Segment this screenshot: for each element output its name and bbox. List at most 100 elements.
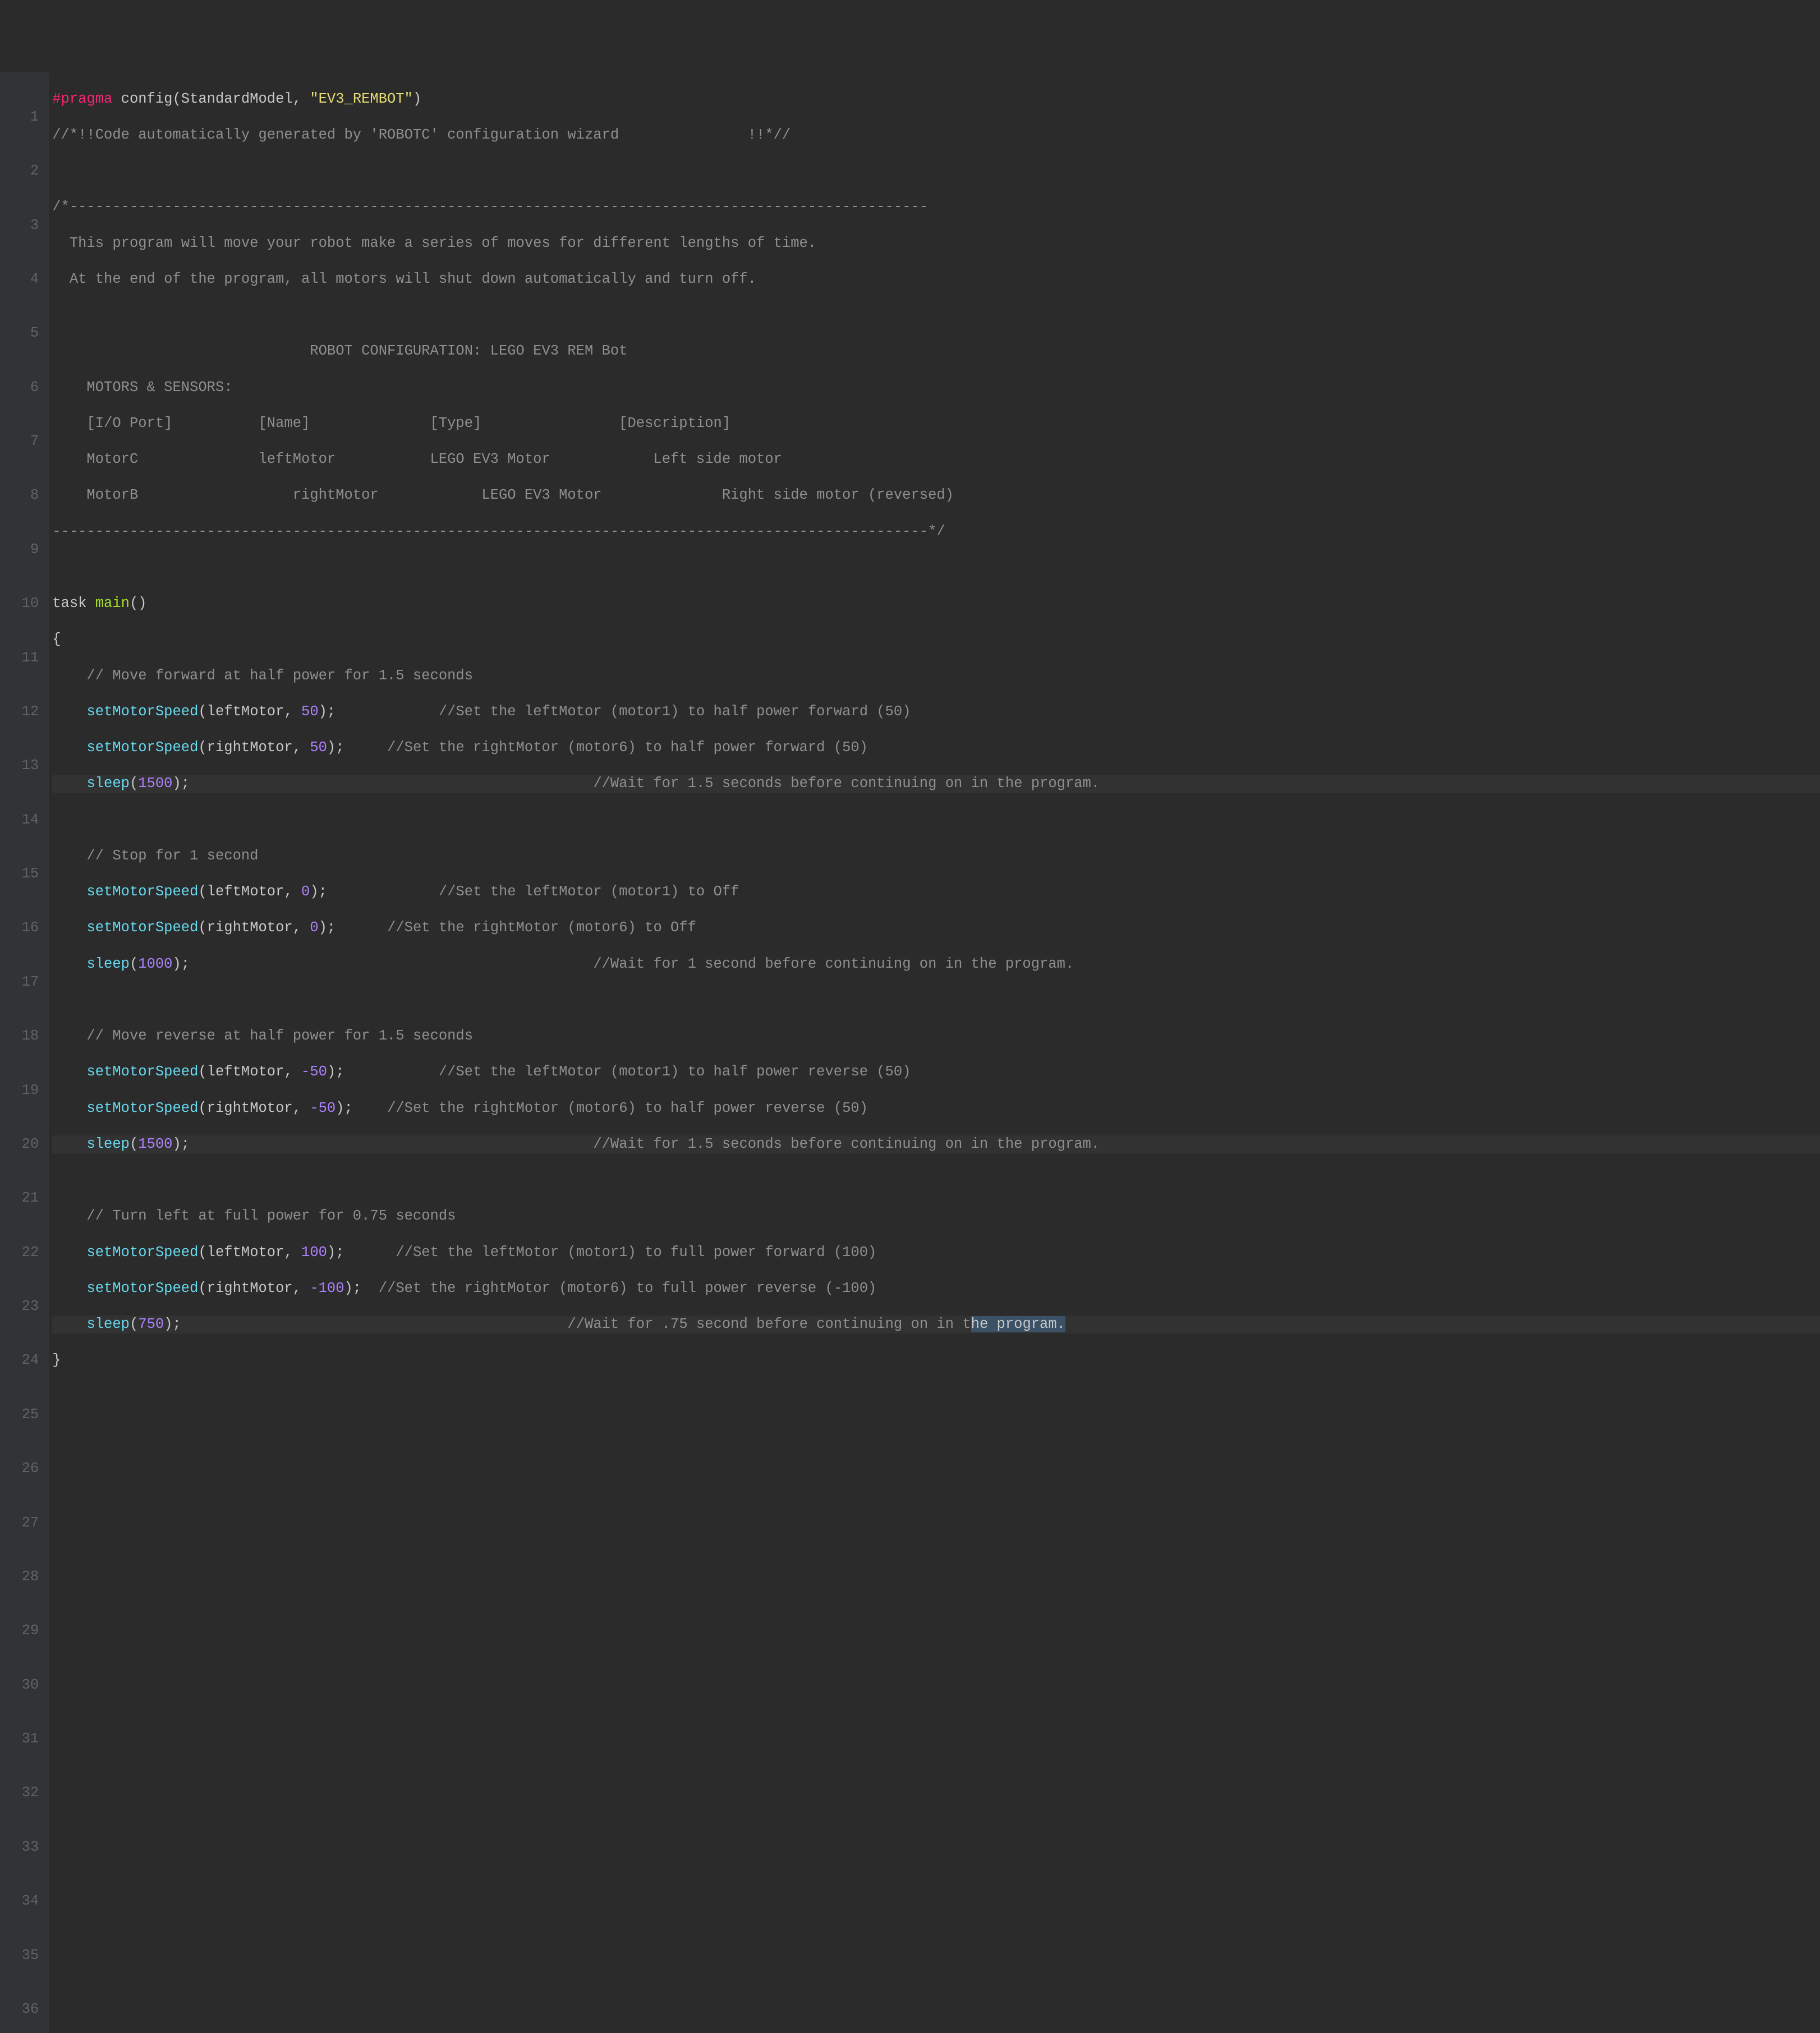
comment: MotorB rightMotor LEGO EV3 Motor Right s… [52,487,954,503]
line-number-gutter: 1 2 3 4 5 6 7 8 9 10 11 12 13 14 15 16 1… [0,72,49,2033]
code-line[interactable]: setMotorSpeed(rightMotor, 0); //Set the … [52,919,1820,937]
code-line[interactable] [52,991,1820,1009]
code-text: config(StandardModel, [112,91,310,107]
number-literal: 0 [301,884,310,900]
comment: // Stop for 1 second [52,848,258,864]
code-line[interactable] [52,1171,1820,1189]
code-line[interactable]: { [52,631,1820,648]
number-literal: 0 [310,919,318,936]
line-number: 34 [4,1892,39,1910]
code-line[interactable]: [I/O Port] [Name] [Type] [Description] [52,415,1820,433]
keyword: task [52,595,95,611]
line-number: 1 [4,108,39,126]
function-call: setMotorSpeed [86,1280,198,1296]
code-line[interactable]: At the end of the program, all motors wi… [52,270,1820,288]
code-content[interactable]: #pragma config(StandardModel, "EV3_REMBO… [49,72,1820,2033]
line-number: 27 [4,1514,39,1532]
code-line[interactable]: sleep(1500); //Wait for 1.5 seconds befo… [52,1135,1820,1153]
line-number: 4 [4,270,39,288]
function-call: setMotorSpeed [86,1244,198,1261]
code-line[interactable] [52,811,1820,829]
number-literal: 50 [301,703,319,720]
code-line[interactable]: // Move reverse at half power for 1.5 se… [52,1027,1820,1045]
line-number: 5 [4,324,39,342]
comment: //Set the leftMotor (motor1) to full pow… [396,1244,876,1261]
code-line[interactable]: setMotorSpeed(leftMotor, 0); //Set the l… [52,883,1820,901]
function-call: setMotorSpeed [86,739,198,756]
number-literal: 1500 [138,775,172,792]
code-line[interactable] [52,306,1820,324]
string-literal: "EV3_REMBOT" [310,91,413,107]
code-text: () [130,595,147,611]
line-number: 23 [4,1298,39,1316]
code-line[interactable] [52,162,1820,180]
line-number: 2 [4,162,39,180]
code-line[interactable]: } [52,1351,1820,1369]
code-line[interactable]: MotorC leftMotor LEGO EV3 Motor Left sid… [52,450,1820,468]
text-selection: he program. [971,1316,1065,1332]
code-editor[interactable]: 1 2 3 4 5 6 7 8 9 10 11 12 13 14 15 16 1… [0,72,1820,2033]
comment: // Turn left at full power for 0.75 seco… [52,1208,456,1224]
line-number: 33 [4,1838,39,1856]
code-line[interactable]: sleep(1500); //Wait for 1.5 seconds befo… [52,775,1820,793]
code-line[interactable] [52,559,1820,577]
code-line[interactable]: /*--------------------------------------… [52,198,1820,216]
code-line[interactable]: MOTORS & SENSORS: [52,379,1820,397]
function-call: setMotorSpeed [86,703,198,720]
function-call: setMotorSpeed [86,1064,198,1080]
line-number: 8 [4,486,39,504]
number-literal: -50 [310,1100,335,1116]
code-line[interactable]: #pragma config(StandardModel, "EV3_REMBO… [52,90,1820,108]
code-line[interactable]: setMotorSpeed(rightMotor, 50); //Set the… [52,739,1820,757]
code-line[interactable]: task main() [52,595,1820,613]
line-number: 6 [4,379,39,397]
code-line[interactable]: // Turn left at full power for 0.75 seco… [52,1207,1820,1225]
code-line[interactable]: ----------------------------------------… [52,523,1820,541]
function-call: setMotorSpeed [86,919,198,936]
code-line[interactable]: setMotorSpeed(leftMotor, 100); //Set the… [52,1244,1820,1262]
line-number: 11 [4,649,39,667]
line-number: 16 [4,919,39,937]
comment: //Set the rightMotor (motor6) to Off [387,919,696,936]
code-line[interactable]: // Move forward at half power for 1.5 se… [52,667,1820,685]
comment: //Wait for 1.5 seconds before continuing… [593,1136,1100,1152]
line-number: 24 [4,1351,39,1369]
code-line[interactable]: setMotorSpeed(rightMotor, -50); //Set th… [52,1100,1820,1117]
code-line[interactable]: sleep(750); //Wait for .75 second before… [52,1316,1820,1333]
comment: [I/O Port] [Name] [Type] [Description] [52,415,730,431]
function-name: main [95,595,130,611]
number-literal: -100 [310,1280,344,1296]
comment: This program will move your robot make a… [52,235,816,251]
code-line[interactable]: setMotorSpeed(leftMotor, 50); //Set the … [52,703,1820,721]
line-number: 36 [4,2000,39,2018]
number-literal: 1500 [138,1136,172,1152]
pragma-directive: #pragma [52,91,112,107]
comment: //*!!Code automatically generated by 'RO… [52,127,790,143]
brace: { [52,631,61,647]
code-line[interactable]: sleep(1000); //Wait for 1 second before … [52,955,1820,973]
code-line[interactable]: // Stop for 1 second [52,847,1820,865]
code-text: ) [413,91,421,107]
comment: ----------------------------------------… [52,523,945,540]
comment: /*--------------------------------------… [52,199,928,215]
line-number: 21 [4,1189,39,1207]
comment: //Set the leftMotor (motor1) to half pow… [439,703,911,720]
number-literal: -50 [301,1064,327,1080]
line-number: 28 [4,1568,39,1586]
code-line[interactable]: //*!!Code automatically generated by 'RO… [52,126,1820,144]
comment: //Wait for 1.5 seconds before continuing… [593,775,1100,792]
function-call: sleep [86,775,130,792]
code-line[interactable]: MotorB rightMotor LEGO EV3 Motor Right s… [52,486,1820,504]
code-line[interactable]: setMotorSpeed(leftMotor, -50); //Set the… [52,1063,1820,1081]
line-number: 12 [4,703,39,721]
number-literal: 50 [310,739,327,756]
code-line[interactable]: setMotorSpeed(rightMotor, -100); //Set t… [52,1280,1820,1298]
code-line[interactable]: ROBOT CONFIGURATION: LEGO EV3 REM Bot [52,342,1820,360]
line-number: 22 [4,1244,39,1262]
line-number: 19 [4,1082,39,1100]
line-number: 18 [4,1027,39,1045]
function-call: setMotorSpeed [86,1100,198,1116]
code-line[interactable]: This program will move your robot make a… [52,234,1820,252]
comment: MOTORS & SENSORS: [52,379,232,395]
line-number: 15 [4,865,39,883]
